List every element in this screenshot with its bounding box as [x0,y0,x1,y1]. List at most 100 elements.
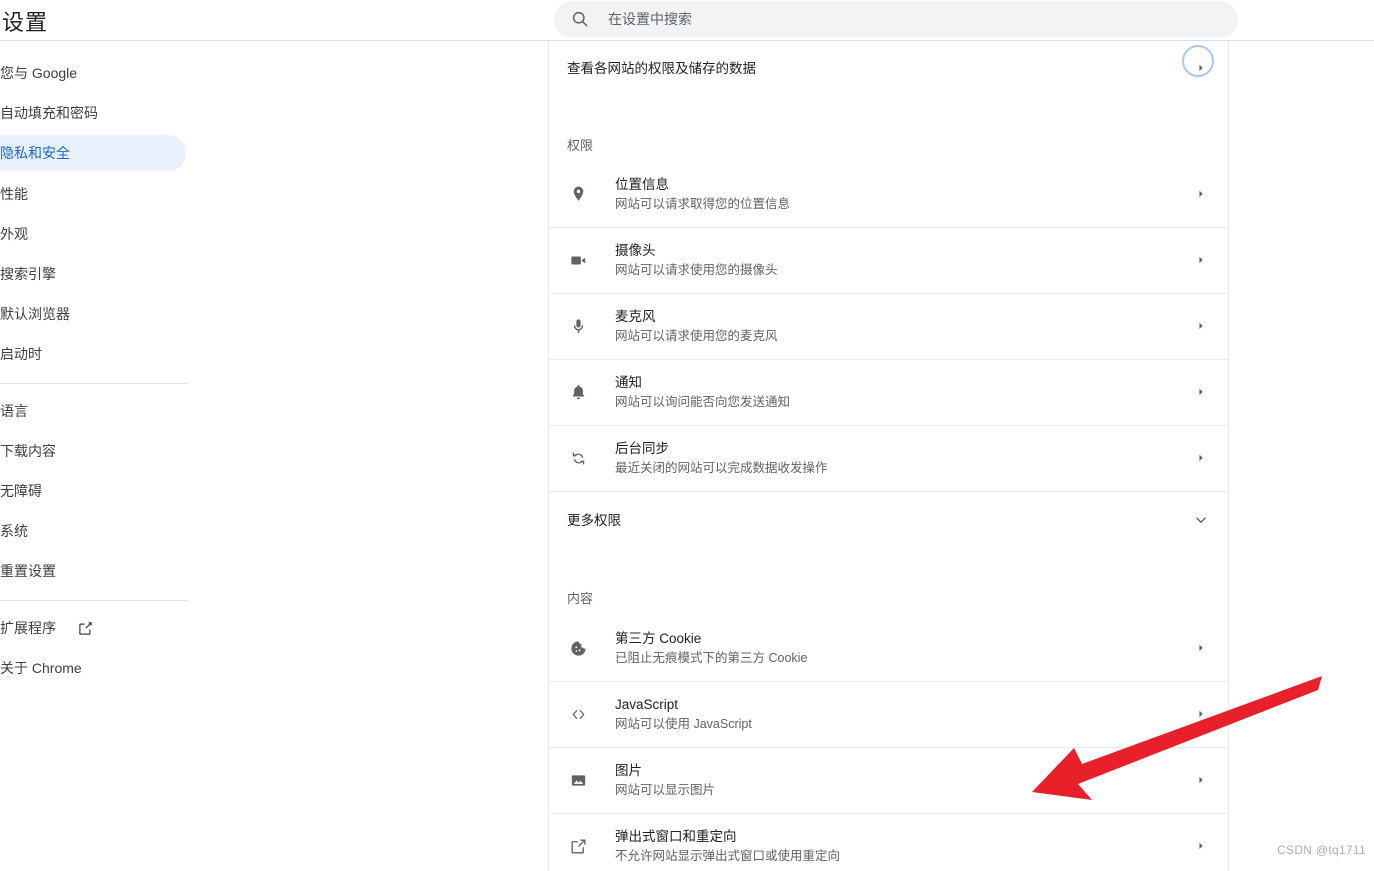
cookie-icon [567,638,589,660]
sidebar-item-label: 性能 [0,186,28,202]
sidebar-item-label: 无障碍 [0,483,42,499]
row-subtitle: 网站可以使用 JavaScript [615,717,752,731]
row-title: 通知 [615,375,642,390]
permission-row-microphone[interactable]: 麦克风 网站可以请求使用您的麦克风 [549,294,1228,360]
sidebar-item-on-startup[interactable]: 启动时 [0,336,186,372]
sidebar-item-label: 系统 [0,523,28,539]
bell-icon [567,382,589,404]
site-settings-overview-row[interactable]: 查看各网站的权限及储存的数据 [549,41,1228,96]
chevron-right-icon[interactable] [1192,640,1210,658]
sidebar-item-autofill[interactable]: 自动填充和密码 [0,95,186,131]
row-title: 麦克风 [615,309,656,324]
permission-row-background-sync[interactable]: 后台同步 最近关闭的网站可以完成数据收发操作 [549,426,1228,492]
sidebar-item-system[interactable]: 系统 [0,513,186,549]
sidebar-item-accessibility[interactable]: 无障碍 [0,473,186,509]
row-text: 弹出式窗口和重定向 不允许网站显示弹出式窗口或使用重定向 [615,827,1192,866]
row-text: 第三方 Cookie 已阻止无痕模式下的第三方 Cookie [615,629,1192,668]
row-title: 弹出式窗口和重定向 [615,829,737,844]
row-text: JavaScript 网站可以使用 JavaScript [615,695,1192,734]
sidebar-item-label: 隐私和安全 [0,145,70,161]
chevron-right-icon[interactable] [1192,186,1210,204]
content-row-images[interactable]: 图片 网站可以显示图片 [549,748,1228,814]
row-title: 更多权限 [567,512,621,528]
sidebar-item-label: 默认浏览器 [0,306,70,322]
row-subtitle: 网站可以请求使用您的麦克风 [615,329,778,343]
row-title: 第三方 Cookie [615,631,702,646]
row-text: 更多权限 [567,511,1192,530]
row-title: 摄像头 [615,243,656,258]
sidebar-item-label: 重置设置 [0,563,56,579]
chevron-right-icon[interactable] [1192,60,1210,78]
search-placeholder-text: 在设置中搜索 [608,11,692,27]
sidebar-item-languages[interactable]: 语言 [0,393,186,429]
sidebar-item-reset-settings[interactable]: 重置设置 [0,553,186,589]
sidebar-item-downloads[interactable]: 下载内容 [0,433,186,469]
content-row-third-party-cookies[interactable]: 第三方 Cookie 已阻止无痕模式下的第三方 Cookie [549,616,1228,682]
permissions-section-label: 权限 [567,138,594,153]
row-title: 位置信息 [615,177,669,192]
page-title: 设置 [2,10,49,35]
sidebar-item-appearance[interactable]: 外观 [0,216,186,252]
sidebar-item-about-chrome[interactable]: 关于 Chrome [0,650,186,686]
sidebar-item-privacy-security[interactable]: 隐私和安全 [0,135,186,171]
watermark-text: CSDN @tq1711 [1277,843,1366,857]
sidebar-item-extensions[interactable]: 扩展程序 [0,610,186,646]
content-row-javascript[interactable]: JavaScript 网站可以使用 JavaScript [549,682,1228,748]
sidebar-item-label: 外观 [0,226,28,242]
sidebar-item-label: 自动填充和密码 [0,105,98,121]
sidebar-divider-1 [0,383,188,384]
row-text: 位置信息 网站可以请求取得您的位置信息 [615,175,1192,214]
permission-row-camera[interactable]: 摄像头 网站可以请求使用您的摄像头 [549,228,1228,294]
row-subtitle: 不允许网站显示弹出式窗口或使用重定向 [615,849,841,863]
row-title: JavaScript [615,697,679,712]
row-title: 后台同步 [615,441,669,456]
row-subtitle: 已阻止无痕模式下的第三方 Cookie [615,651,808,665]
privacy-security-card: 查看各网站的权限及储存的数据 权限 位置信息 网站可以请求取得您的位置信息 摄像… [548,41,1229,871]
search-input[interactable]: 在设置中搜索 [554,1,1238,37]
permission-row-notifications[interactable]: 通知 网站可以询问能否向您发送通知 [549,360,1228,426]
video-camera-icon [567,250,589,272]
external-link-icon [78,621,93,636]
content-section-label: 内容 [567,591,594,606]
sidebar-item-label: 扩展程序 [0,620,56,636]
sidebar-item-default-browser[interactable]: 默认浏览器 [0,296,186,332]
sidebar-divider-2 [0,600,188,601]
chevron-right-icon[interactable] [1192,450,1210,468]
settings-page: 设置 在设置中搜索 您与 Google 自动填充和密码 隐私和安全 性能 外观 [0,0,1374,871]
sidebar-item-label: 搜索引擎 [0,266,56,282]
sidebar: 您与 Google 自动填充和密码 隐私和安全 性能 外观 搜索引擎 默认浏览器… [0,41,190,871]
chevron-right-icon[interactable] [1192,318,1210,336]
sidebar-item-label: 关于 Chrome [0,660,82,676]
page-header: 设置 在设置中搜索 [0,0,1374,41]
row-text: 通知 网站可以询问能否向您发送通知 [615,373,1192,412]
sidebar-item-search-engine[interactable]: 搜索引擎 [0,256,186,292]
chevron-right-icon[interactable] [1192,706,1210,724]
sidebar-item-label: 语言 [0,403,28,419]
row-subtitle: 网站可以请求使用您的摄像头 [615,263,778,277]
permission-row-location[interactable]: 位置信息 网站可以请求取得您的位置信息 [549,162,1228,228]
sync-icon [567,448,589,470]
sidebar-item-label: 下载内容 [0,443,56,459]
row-subtitle: 网站可以询问能否向您发送通知 [615,395,791,409]
microphone-icon [567,316,589,338]
row-title: 查看各网站的权限及储存的数据 [567,61,756,76]
chevron-down-icon[interactable] [1192,511,1210,529]
image-icon [567,770,589,792]
sidebar-item-you-and-google[interactable]: 您与 Google [0,55,186,91]
more-permissions-row[interactable]: 更多权限 [549,492,1228,548]
chevron-right-icon[interactable] [1192,384,1210,402]
row-text: 麦克风 网站可以请求使用您的麦克风 [615,307,1192,346]
row-text: 图片 网站可以显示图片 [615,761,1192,800]
row-title: 图片 [615,763,642,778]
chevron-right-icon[interactable] [1192,252,1210,270]
chevron-right-icon[interactable] [1192,772,1210,790]
code-brackets-icon [567,704,589,726]
external-link-icon [567,836,589,858]
row-text: 查看各网站的权限及储存的数据 [567,59,1192,78]
row-text: 摄像头 网站可以请求使用您的摄像头 [615,241,1192,280]
content-row-popups-redirects[interactable]: 弹出式窗口和重定向 不允许网站显示弹出式窗口或使用重定向 [549,814,1228,871]
chevron-right-icon[interactable] [1192,838,1210,856]
sidebar-item-performance[interactable]: 性能 [0,176,186,212]
row-text: 后台同步 最近关闭的网站可以完成数据收发操作 [615,439,1192,478]
sidebar-item-label: 您与 Google [0,65,78,81]
